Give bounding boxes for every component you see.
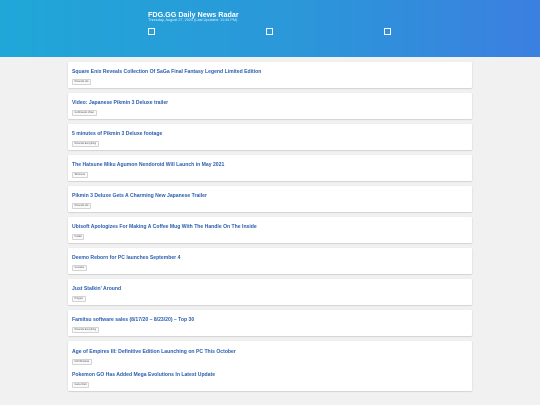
news-card: Video: Japanese Pikmin 3 Deluxe trailer … — [68, 93, 472, 119]
source-badge: Game Rant — [72, 382, 90, 388]
article-title-link[interactable]: Video: Japanese Pikmin 3 Deluxe trailer — [72, 100, 168, 106]
news-card: 5 minutes of Pikmin 3 Deluxe footage Nin… — [68, 124, 472, 150]
news-card: Ubisoft Apologizes For Making A Coffee M… — [68, 217, 472, 243]
filter-checkbox-3[interactable] — [384, 28, 391, 35]
news-card: Famitsu software sales (8/17/20 – 8/23/2… — [68, 310, 472, 336]
article-title-link[interactable]: Pokemon GO Has Added Mega Evolutions In … — [72, 372, 215, 378]
news-card: Square Enix Reveals Collection Of SaGa F… — [68, 62, 472, 88]
news-card: The Hatsune Miku Agumon Nendoroid Will L… — [68, 155, 472, 181]
news-card: Deemo Reborn for PC launches September 4… — [68, 248, 472, 274]
article-title-link[interactable]: 5 minutes of Pikmin 3 Deluxe footage — [72, 131, 162, 137]
article-title-link[interactable]: Square Enix Reveals Collection Of SaGa F… — [72, 69, 261, 75]
source-badge: GoNintendo Video — [72, 110, 97, 116]
article-title-link[interactable]: The Hatsune Miku Agumon Nendoroid Will L… — [72, 162, 224, 168]
source-badge: Siliconera — [72, 172, 88, 178]
source-badge: Nintendo Life — [72, 79, 92, 85]
source-badge: Nintendo Everything — [72, 327, 99, 333]
source-badge: Polygon — [72, 296, 86, 302]
page-header: FDG.GG Daily News Radar Thursday, August… — [0, 0, 540, 57]
article-title-link[interactable]: Deemo Reborn for PC launches September 4 — [72, 255, 180, 261]
source-badge: Nintendo Life — [72, 203, 92, 209]
last-updated-text: Thursday, August 27, 2020 (Last Updated:… — [148, 18, 238, 22]
article-title-link[interactable]: Age of Empires III: Definitive Edition L… — [72, 349, 236, 355]
news-card: Just Stalkin' Around Polygon — [68, 279, 472, 305]
news-card: Age of Empires III: Definitive Edition L… — [68, 341, 472, 391]
filter-checkbox-2[interactable] — [266, 28, 273, 35]
source-badge: Nintendo Everything — [72, 141, 99, 147]
article-title-link[interactable]: Just Stalkin' Around — [72, 286, 121, 292]
source-badge: Gematsu — [72, 265, 87, 271]
source-badge: Kotaku — [72, 234, 85, 240]
article-title-link[interactable]: Famitsu software sales (8/17/20 – 8/23/2… — [72, 317, 194, 323]
news-card: Pikmin 3 Deluxe Gets A Charming New Japa… — [68, 186, 472, 212]
article-title-link[interactable]: Ubisoft Apologizes For Making A Coffee M… — [72, 224, 257, 230]
article-title-link[interactable]: Pikmin 3 Deluxe Gets A Charming New Japa… — [72, 193, 207, 199]
source-badge: IGN Windows — [72, 359, 92, 365]
filter-checkbox-1[interactable] — [148, 28, 155, 35]
